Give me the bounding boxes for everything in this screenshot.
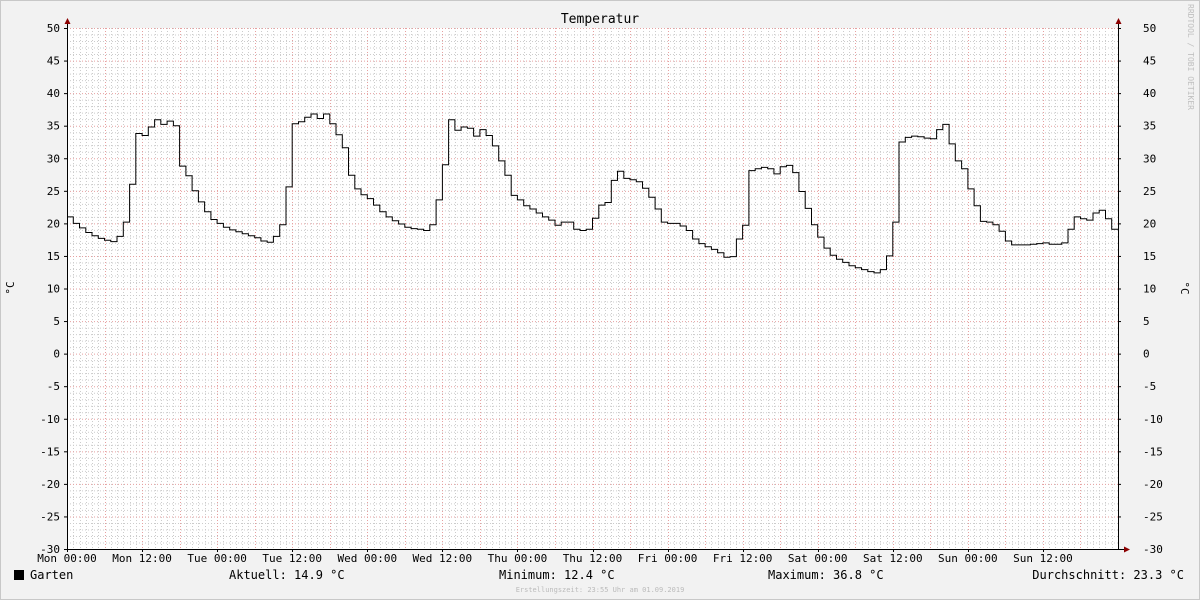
x-tick-label: Wed 00:00 bbox=[337, 552, 397, 565]
y-tick-label-right: -25 bbox=[1143, 510, 1163, 523]
y-tick-label-right: 20 bbox=[1143, 217, 1156, 230]
x-tick-label: Mon 12:00 bbox=[112, 552, 172, 565]
y-tick-label-left: 45 bbox=[47, 55, 60, 68]
legend-swatch-garten bbox=[14, 570, 24, 580]
x-tick-label: Sat 00:00 bbox=[788, 552, 848, 565]
y-tick-label-right: -10 bbox=[1143, 413, 1163, 426]
x-tick-label: Tue 12:00 bbox=[262, 552, 322, 565]
y-tick-label-right: -5 bbox=[1143, 380, 1156, 393]
creation-timestamp: Erstellungszeit: 23:55 Uhr am 01.09.2019 bbox=[516, 586, 685, 594]
y-tick-label-left: -15 bbox=[40, 445, 60, 458]
y-tick-label-left: 0 bbox=[53, 348, 60, 361]
y-tick-label-right: 5 bbox=[1143, 315, 1150, 328]
x-tick-label: Sun 00:00 bbox=[938, 552, 998, 565]
y-tick-label-right: -30 bbox=[1143, 543, 1163, 556]
chart-title: Temperatur bbox=[561, 12, 639, 27]
y-tick-label-left: 35 bbox=[47, 120, 60, 133]
x-tick-label: Thu 12:00 bbox=[563, 552, 623, 565]
y-tick-label-right: 0 bbox=[1143, 348, 1150, 361]
y-tick-label-right: 45 bbox=[1143, 55, 1156, 68]
y-tick-label-left: 15 bbox=[47, 250, 60, 263]
y-tick-label-left: -10 bbox=[40, 413, 60, 426]
y-tick-label-left: 50 bbox=[47, 22, 60, 35]
y-tick-label-right: 25 bbox=[1143, 185, 1156, 198]
y-tick-label-left: 10 bbox=[47, 283, 60, 296]
legend-average: Durchschnitt: 23.3 °C bbox=[1032, 568, 1184, 582]
y-tick-label-left: -20 bbox=[40, 478, 60, 491]
y-tick-label-left: 20 bbox=[47, 217, 60, 230]
y-tick-label-left: -25 bbox=[40, 510, 60, 523]
y-tick-label-left: -5 bbox=[47, 380, 60, 393]
y-tick-label-right: 35 bbox=[1143, 120, 1156, 133]
legend-minimum: Minimum: 12.4 °C bbox=[499, 568, 615, 582]
y-tick-label-left: 5 bbox=[53, 315, 60, 328]
legend-maximum: Maximum: 36.8 °C bbox=[768, 568, 884, 582]
y-tick-label-right: -20 bbox=[1143, 478, 1163, 491]
legend-current: Aktuell: 14.9 °C bbox=[229, 568, 345, 582]
y-tick-label-left: 25 bbox=[47, 185, 60, 198]
rrdtool-watermark: RRDTOOL / TOBI OETIKER bbox=[1186, 4, 1195, 110]
x-tick-label: Sun 12:00 bbox=[1013, 552, 1073, 565]
y-tick-label-left: 40 bbox=[47, 87, 60, 100]
y-tick-label-right: 10 bbox=[1143, 283, 1156, 296]
x-tick-label: Thu 00:00 bbox=[488, 552, 548, 565]
legend-series-name: Garten bbox=[30, 568, 73, 582]
x-tick-label: Tue 00:00 bbox=[187, 552, 247, 565]
y-axis-label-left: °C bbox=[4, 281, 17, 294]
y-tick-label-right: 30 bbox=[1143, 152, 1156, 165]
x-tick-label: Fri 12:00 bbox=[713, 552, 773, 565]
temperature-chart: 50454035302520151050-5-10-15-20-25-30 50… bbox=[0, 0, 1200, 600]
x-tick-label: Mon 00:00 bbox=[37, 552, 97, 565]
y-tick-label-left: 30 bbox=[47, 152, 60, 165]
x-tick-label: Fri 00:00 bbox=[638, 552, 698, 565]
y-tick-label-right: 50 bbox=[1143, 22, 1156, 35]
y-tick-label-right: 40 bbox=[1143, 87, 1156, 100]
x-tick-label: Wed 12:00 bbox=[413, 552, 473, 565]
x-tick-label: Sat 12:00 bbox=[863, 552, 923, 565]
y-axis-label-right: °C bbox=[1178, 281, 1191, 294]
y-tick-label-right: 15 bbox=[1143, 250, 1156, 263]
y-tick-label-right: -15 bbox=[1143, 445, 1163, 458]
